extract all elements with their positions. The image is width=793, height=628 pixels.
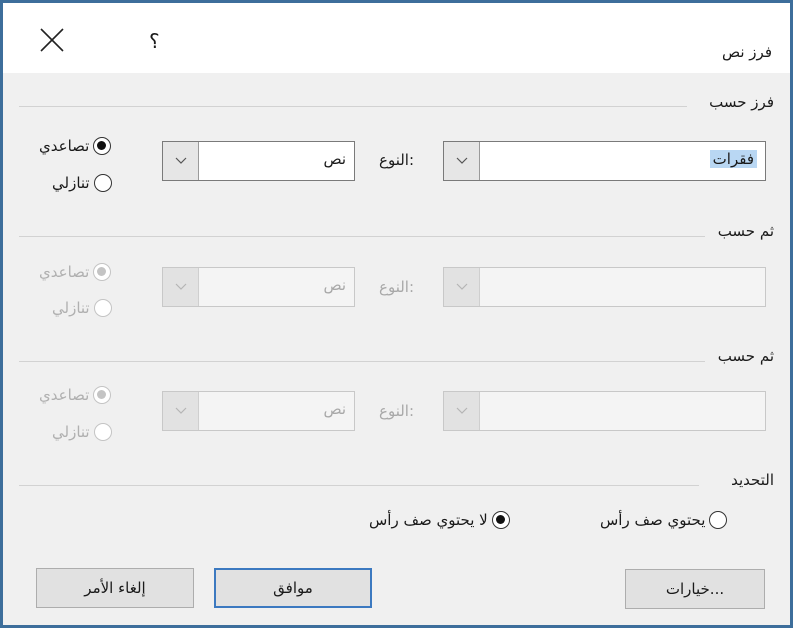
then-by-2-type-value: نص xyxy=(323,400,346,418)
then-by-2-field-select[interactable] xyxy=(443,391,766,431)
help-icon[interactable]: ؟ xyxy=(149,29,160,53)
ok-button[interactable]: موافق xyxy=(214,568,372,608)
radio-button xyxy=(491,511,510,529)
then-by-1-ascending-radio[interactable]: تصاعدي xyxy=(39,263,112,281)
sort-by-field-value: فقرات xyxy=(709,150,757,168)
descending-label: تنازلي xyxy=(52,299,90,317)
radio-button xyxy=(93,137,112,155)
sort-by-label: فرز حسب xyxy=(709,93,774,111)
has-header-row-radio[interactable]: يحتوي صف رأس xyxy=(600,511,728,529)
sort-by-type-select[interactable]: نص xyxy=(162,141,355,181)
chevron-down-icon xyxy=(163,268,199,306)
radio-button xyxy=(93,174,112,192)
then-by-1-field-select[interactable] xyxy=(443,267,766,307)
radio-button xyxy=(93,423,112,441)
radio-button xyxy=(93,386,112,404)
chevron-down-icon xyxy=(444,392,480,430)
then-by-1-type-label: النوع: xyxy=(379,278,415,296)
sort-by-descending-radio[interactable]: تنازلي xyxy=(52,174,112,192)
options-button[interactable]: خيارات... xyxy=(625,569,765,609)
then-by-1-type-select[interactable]: نص xyxy=(162,267,355,307)
section-divider xyxy=(19,361,705,362)
title-bar: فرز نص ؟ xyxy=(3,3,790,73)
section-divider xyxy=(19,236,705,237)
then-by-label: ثم حسب xyxy=(717,222,774,240)
ascending-label: تصاعدي xyxy=(39,263,90,281)
cancel-button[interactable]: إلغاء الأمر xyxy=(36,568,194,608)
radio-button xyxy=(93,299,112,317)
close-button[interactable] xyxy=(37,23,81,67)
chevron-down-icon xyxy=(444,142,480,180)
chevron-down-icon xyxy=(444,268,480,306)
has-header-row-label: يحتوي صف رأس xyxy=(600,511,706,529)
no-header-row-radio[interactable]: لا يحتوي صف رأس xyxy=(369,511,510,529)
then-by-2-descending-radio[interactable]: تنازلي xyxy=(52,423,112,441)
dialog-title: فرز نص xyxy=(721,43,772,61)
ascending-label: تصاعدي xyxy=(39,386,90,404)
then-by-2-type-select[interactable]: نص xyxy=(162,391,355,431)
then-by-1-descending-radio[interactable]: تنازلي xyxy=(52,299,112,317)
then-by-2-type-label: النوع: xyxy=(379,402,415,420)
then-by-label: ثم حسب xyxy=(717,347,774,365)
radio-button xyxy=(93,263,112,281)
then-by-1-type-value: نص xyxy=(323,276,346,294)
chevron-down-icon xyxy=(163,392,199,430)
selection-label: التحديد xyxy=(731,471,774,489)
section-divider xyxy=(19,485,699,486)
chevron-down-icon xyxy=(163,142,199,180)
descending-label: تنازلي xyxy=(52,174,90,192)
ascending-label: تصاعدي xyxy=(39,137,90,155)
sort-by-ascending-radio[interactable]: تصاعدي xyxy=(39,137,112,155)
close-icon xyxy=(40,28,64,52)
descending-label: تنازلي xyxy=(52,423,90,441)
sort-by-type-value: نص xyxy=(323,150,346,168)
radio-button xyxy=(709,511,728,529)
sort-by-type-label: النوع: xyxy=(379,151,415,169)
sort-text-dialog: فرز نص ؟ فرز حسب فقرات النوع: نص تصاعدي … xyxy=(0,0,793,628)
no-header-row-label: لا يحتوي صف رأس xyxy=(369,511,488,529)
then-by-2-ascending-radio[interactable]: تصاعدي xyxy=(39,386,112,404)
sort-by-field-select[interactable]: فقرات xyxy=(443,141,766,181)
section-divider xyxy=(19,106,687,107)
